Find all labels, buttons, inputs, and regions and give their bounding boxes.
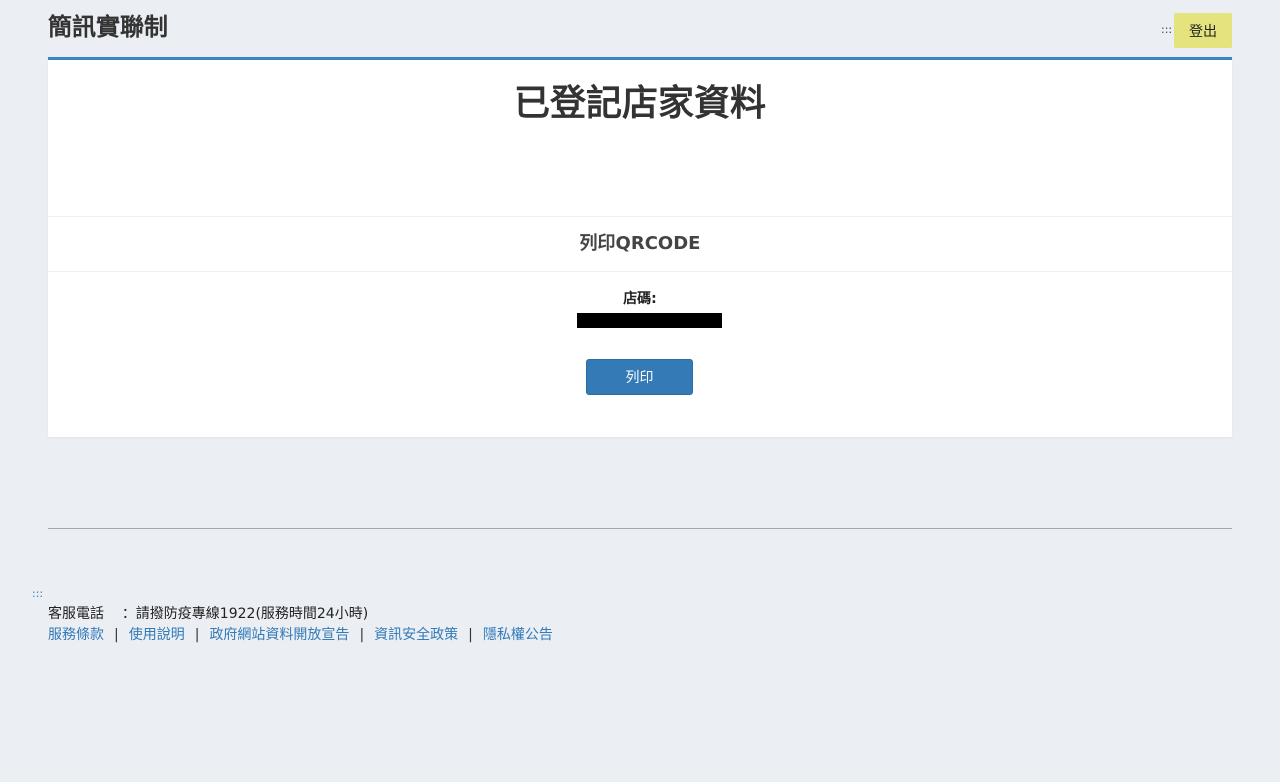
link-separator: |	[359, 627, 365, 643]
open-data-declaration-link[interactable]: 政府網站資料開放宣告	[209, 627, 349, 643]
link-separator: |	[468, 627, 473, 643]
store-code-redacted	[577, 313, 722, 328]
footer-divider	[48, 528, 1232, 529]
page-title: 已登記店家資料	[513, 83, 766, 124]
store-panel: 已登記店家資料 列印QRCODE 店碼: 列印	[48, 57, 1232, 437]
security-policy-link[interactable]: 資訊安全政策	[374, 627, 458, 643]
customer-service-phone: 客服電話 ：請撥防疫專線1922(服務時間24小時)	[48, 604, 368, 624]
print-qrcode-heading: 列印QRCODE	[48, 216, 1232, 272]
footer-links: 服務條款 | 使用說明 | 政府網站資料開放宣告 | 資訊安全政策 | 隱私權公告	[48, 625, 553, 645]
site-title: 簡訊實聯制	[48, 13, 168, 41]
privacy-notice-link[interactable]: 隱私權公告	[483, 627, 553, 643]
phone-value: ：請撥防疫專線1922(服務時間24小時)	[121, 606, 369, 622]
link-separator: |	[194, 627, 200, 643]
print-button[interactable]: 列印	[586, 359, 693, 395]
link-separator: |	[114, 627, 119, 643]
logout-button[interactable]: 登出	[1174, 13, 1232, 48]
terms-of-service-link[interactable]: 服務條款	[48, 627, 104, 643]
phone-label: 客服電話	[48, 606, 104, 622]
accesskey-top[interactable]: :::	[1161, 24, 1172, 36]
accesskey-bottom[interactable]: :::	[32, 588, 43, 600]
store-code-label: 店碼:	[623, 291, 657, 307]
user-guide-link[interactable]: 使用說明	[129, 627, 185, 643]
